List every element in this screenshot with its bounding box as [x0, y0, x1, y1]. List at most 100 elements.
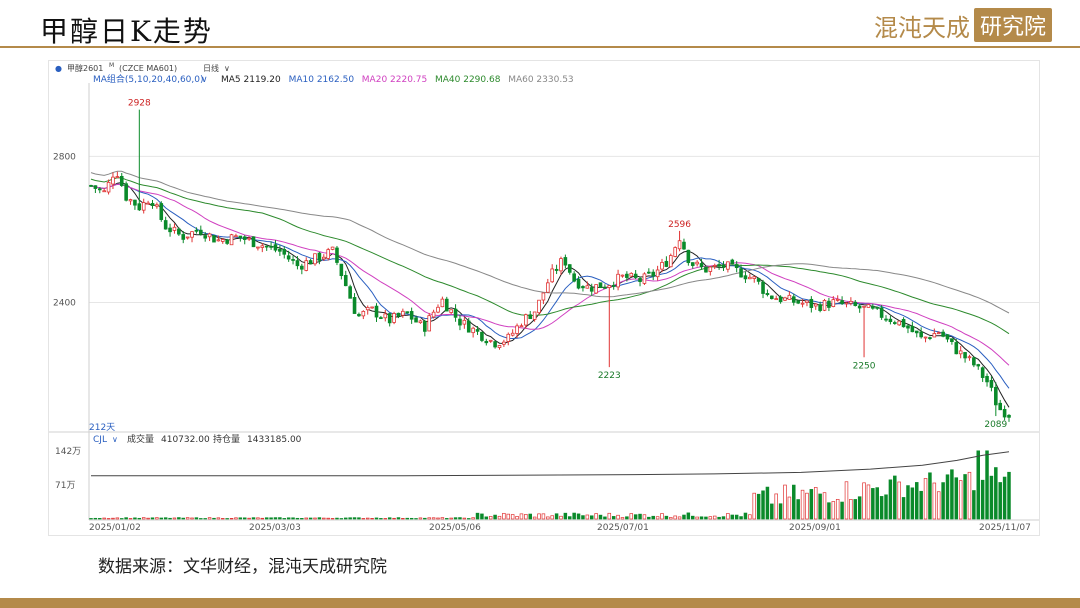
- volume-bar: [396, 517, 401, 520]
- volume-bar: [844, 481, 849, 520]
- ma-group-label[interactable]: MA组合(5,10,20,40,60,0): [93, 73, 204, 85]
- volume-bar: [199, 518, 203, 520]
- volume-bar: [488, 516, 493, 520]
- volume-bar: [282, 518, 287, 520]
- volume-bar: [818, 493, 822, 520]
- candle-body: [480, 331, 484, 341]
- candle-body: [734, 264, 739, 269]
- candle-body: [343, 275, 348, 287]
- candle-body: [585, 285, 590, 289]
- y-tick-label: 2800: [53, 152, 76, 162]
- candle-body: [453, 308, 458, 318]
- volume-bar: [708, 516, 713, 520]
- volume-bar: [642, 514, 647, 520]
- candle-body: [251, 236, 256, 248]
- volume-bar: [111, 517, 115, 520]
- volume-bar: [945, 474, 950, 520]
- volume-bar: [695, 516, 699, 520]
- volume-bar: [392, 517, 396, 520]
- volume-bar: [273, 517, 278, 520]
- candle-body: [581, 286, 585, 289]
- volume-bar: [365, 517, 370, 520]
- candle-body: [260, 245, 265, 248]
- volume-bar: [115, 517, 120, 520]
- volume-bar: [532, 516, 537, 520]
- candle-body: [220, 239, 225, 242]
- volume-bar: [264, 517, 269, 520]
- volume-bar: [247, 517, 251, 520]
- candle-body: [379, 317, 383, 319]
- volume-value: 410732.00: [161, 435, 210, 445]
- candle-body: [871, 305, 875, 309]
- volume-bar: [625, 516, 629, 520]
- candle-body: [106, 181, 111, 193]
- volume-bar: [875, 487, 879, 520]
- candlestick-chart[interactable]: ● 甲醇2601 M (CZCE MA601) 日线 ∨ MA组合(5,10,2…: [49, 61, 1039, 535]
- volume-bar: [269, 517, 273, 520]
- volume-bar: [256, 517, 260, 520]
- chart-frame[interactable]: ● 甲醇2601 M (CZCE MA601) 日线 ∨ MA组合(5,10,2…: [48, 60, 1040, 536]
- candle-body: [212, 235, 216, 243]
- volume-bar: [752, 492, 756, 520]
- instrument-dot: ●: [55, 64, 62, 73]
- volume-bar: [972, 490, 976, 520]
- candle-body: [647, 271, 651, 274]
- slide-title: 甲醇日K走势: [40, 15, 213, 48]
- ma-line-5: [90, 181, 1010, 408]
- candle-body: [361, 310, 366, 317]
- volume-bar: [853, 499, 858, 520]
- candle-body: [313, 253, 317, 265]
- volume-bar: [260, 517, 265, 520]
- volume-bar: [620, 517, 625, 520]
- candle-body: [972, 357, 976, 366]
- chevron-down-icon[interactable]: ∨: [224, 64, 230, 73]
- volume-bar: [598, 514, 603, 520]
- instrument-name[interactable]: 甲醇2601: [67, 63, 103, 73]
- volume-bar: [141, 517, 146, 520]
- candle-body: [466, 320, 471, 333]
- y-tick-label: 2400: [53, 298, 76, 308]
- candle-body: [572, 273, 576, 282]
- volume-bar: [475, 512, 480, 520]
- ma-legend-ma20: MA20 2220.75: [362, 75, 427, 85]
- candle-body: [168, 227, 172, 233]
- candle-body: [567, 264, 572, 273]
- candle-body: [712, 265, 717, 267]
- volume-bar: [1007, 471, 1011, 520]
- candle-body: [137, 203, 142, 211]
- candle-body: [111, 176, 115, 185]
- candle-body: [124, 183, 128, 201]
- candle-body: [638, 278, 642, 282]
- candle-body: [651, 271, 656, 277]
- volume-panel-label[interactable]: CJL: [93, 435, 107, 445]
- volume-bar: [563, 512, 568, 520]
- volume-bar: [387, 517, 392, 520]
- x-tick-label: 2025/07/01: [597, 523, 649, 533]
- volume-bar: [594, 513, 598, 520]
- candle-body: [300, 265, 304, 270]
- candle-body: [97, 188, 102, 191]
- chevron-down-icon[interactable]: ∨: [112, 435, 118, 444]
- volume-bar: [888, 479, 893, 520]
- volume-bar: [967, 471, 972, 520]
- candle-body: [840, 300, 844, 304]
- volume-bar: [862, 482, 866, 520]
- candle-body: [409, 311, 414, 320]
- ma-line-10: [90, 183, 1010, 389]
- candle-body: [242, 236, 247, 240]
- candle-body: [150, 203, 155, 206]
- volume-bar: [291, 517, 295, 520]
- volume-bar: [936, 491, 941, 520]
- period-selector[interactable]: 日线: [203, 63, 219, 73]
- chevron-down-icon[interactable]: ∨: [201, 75, 208, 85]
- candle-body: [748, 276, 752, 280]
- candle-body: [862, 305, 866, 308]
- annotation-2250: 2250: [853, 361, 876, 371]
- title-rule: [0, 46, 1080, 48]
- candle-body: [682, 241, 686, 250]
- volume-bar: [471, 517, 475, 520]
- volume-bar: [251, 517, 256, 520]
- candle-body: [449, 309, 453, 313]
- volume-bar: [629, 513, 634, 520]
- volume-bar: [308, 517, 313, 520]
